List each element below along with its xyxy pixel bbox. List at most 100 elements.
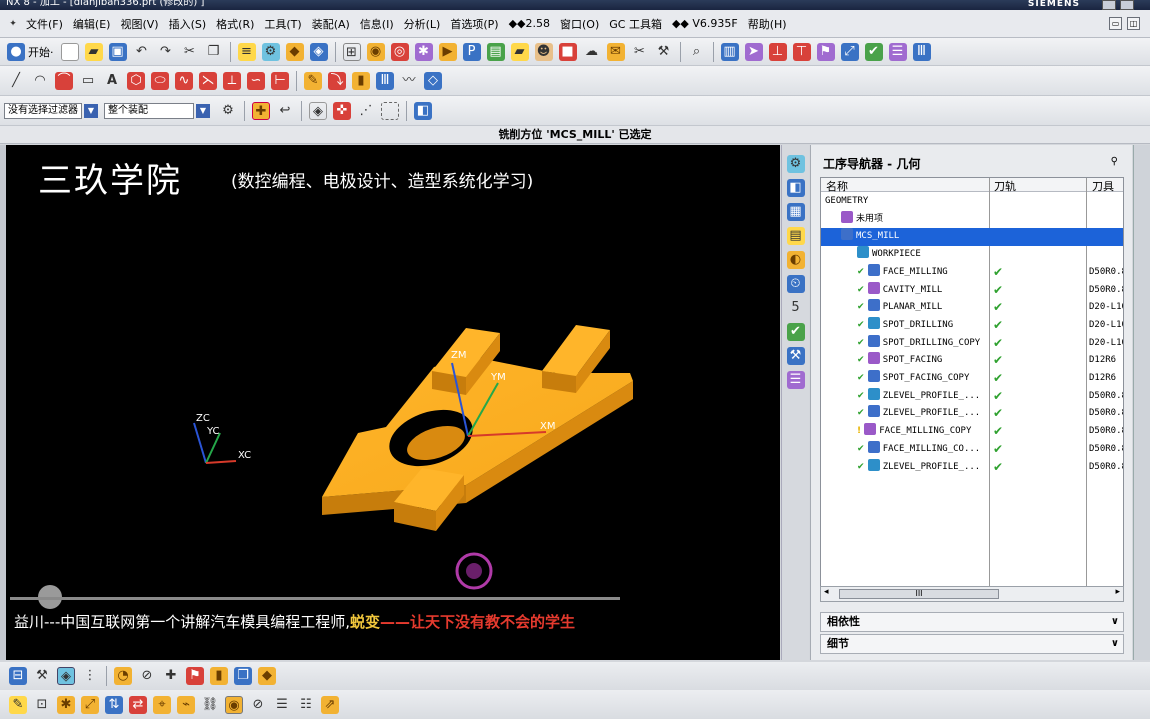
table-row[interactable]: ✔ ZLEVEL_PROFILE_... ✔ D50R0.8 xyxy=(821,387,1123,406)
surface-icon[interactable]: ◇ xyxy=(424,71,442,90)
operation-nav-icon[interactable]: ✔ xyxy=(786,323,805,341)
layer-icon[interactable]: ≡ xyxy=(237,42,256,61)
trim-curve-icon[interactable]: ⟂ xyxy=(223,71,241,90)
menu-gc-toolbox[interactable]: GC 工具箱 xyxy=(604,16,667,32)
dependencies-panel[interactable]: 相依性 ∨ xyxy=(820,612,1124,632)
arc-icon[interactable]: ◠ xyxy=(31,72,49,90)
replay-icon[interactable]: ✱ xyxy=(414,42,433,61)
project-curve-icon[interactable]: ⤵ xyxy=(328,71,346,90)
extrude-icon[interactable]: ▮ xyxy=(352,71,370,90)
folder-icon[interactable]: ▰ xyxy=(510,42,529,61)
table-row[interactable]: ✔ ZLEVEL_PROFILE_... ✔ D50R0.8 xyxy=(821,405,1123,423)
clip-icon[interactable]: ⊘ xyxy=(138,667,156,685)
cut-icon[interactable]: ✂ xyxy=(181,43,199,61)
table-row[interactable]: ✔ SPOT_DRILLING_COPY ✔ D20-L10 xyxy=(821,334,1123,353)
pointer-icon[interactable]: ➤ xyxy=(744,42,763,61)
assembly-filter-dropdown-icon[interactable]: ▼ xyxy=(196,103,210,118)
generate-path-icon[interactable]: ◎ xyxy=(390,42,409,61)
part-nav-icon[interactable]: ◧ xyxy=(786,179,805,197)
menu-plugin-a[interactable]: ◆◆2.58 xyxy=(504,17,555,30)
tool-create-icon[interactable]: ⚙ xyxy=(261,42,280,61)
spline-icon[interactable]: ∿ xyxy=(175,71,193,90)
link-icon[interactable]: ⛓ xyxy=(201,696,219,714)
col-path-header[interactable]: 刀轨 xyxy=(994,178,1016,194)
attach-icon[interactable]: ⊘ xyxy=(249,696,267,714)
assembly-nav-icon[interactable]: ⚙ xyxy=(786,155,805,173)
menu-window[interactable]: 窗口(O) xyxy=(555,16,604,32)
chart-icon[interactable]: ▥ xyxy=(720,42,739,61)
maximize-button[interactable] xyxy=(1120,0,1134,10)
object-add-icon[interactable]: ✱ xyxy=(57,695,75,714)
nx-app-icon[interactable]: ✦ xyxy=(7,18,19,30)
table-row[interactable]: ✔ CAVITY_MILL ✔ D50R0.8 xyxy=(821,281,1123,300)
text-icon[interactable]: A xyxy=(103,72,121,90)
transform-object-icon[interactable]: ⤢ xyxy=(81,695,99,714)
table-row[interactable]: ✔ FACE_MILLING_CO... ✔ D50R0.8 xyxy=(821,440,1123,459)
swap-icon[interactable]: ⇄ xyxy=(129,695,147,714)
method-view-icon[interactable]: ⋮ xyxy=(81,667,99,685)
flag-icon[interactable]: ⚑ xyxy=(186,667,204,685)
point-snap-icon[interactable]: ✜ xyxy=(333,101,351,120)
edit-object-icon[interactable]: ✎ xyxy=(9,695,27,714)
table-row[interactable]: WORKPIECE xyxy=(821,246,1123,264)
stock-icon[interactable]: ▮ xyxy=(210,667,228,685)
new-file-icon[interactable] xyxy=(60,42,79,61)
menu-help[interactable]: 帮助(H) xyxy=(743,16,792,32)
restore-doc-button[interactable]: ▭ xyxy=(1109,17,1122,30)
menu-file[interactable]: 文件(F) xyxy=(21,16,68,32)
table-row[interactable]: GEOMETRY xyxy=(821,193,1123,211)
feed-icon[interactable]: ⌖ xyxy=(153,695,171,714)
add-icon[interactable]: ✚ xyxy=(162,667,180,685)
method-create-icon[interactable]: ◈ xyxy=(309,42,328,61)
list-icon[interactable]: ☰ xyxy=(888,42,907,61)
bars-icon[interactable]: Ⅲ xyxy=(912,42,931,61)
undo-icon[interactable]: ↶ xyxy=(133,43,151,61)
web-browser-icon[interactable]: ◐ xyxy=(786,251,805,269)
operation-create-icon[interactable]: ◉ xyxy=(366,42,385,61)
machine-view-icon[interactable]: ⚒ xyxy=(33,667,51,685)
menu-insert[interactable]: 插入(S) xyxy=(164,16,212,32)
table-row[interactable]: ✔ FACE_MILLING ✔ D50R0.8 xyxy=(821,263,1123,282)
redo-icon[interactable]: ↷ xyxy=(157,43,175,61)
sort-icon[interactable]: ⇅ xyxy=(105,695,123,714)
menu-edit[interactable]: 编辑(E) xyxy=(68,16,116,32)
sketch-icon[interactable]: ✎ xyxy=(304,71,322,90)
table-row[interactable]: ✔ PLANAR_MILL ✔ D20-L10 xyxy=(821,299,1123,317)
deselect-icon[interactable]: ↩ xyxy=(276,102,294,120)
scroll-left-icon[interactable]: ◂ xyxy=(824,587,829,597)
wrench-icon[interactable]: ⚒ xyxy=(655,43,673,61)
shop-doc-icon[interactable]: ▤ xyxy=(486,42,505,61)
graphics-window[interactable]: ZM YM XM ZC YC XC 三玖学院 (数控编程、电极设计、造型系统化学… xyxy=(6,145,780,660)
minimize-button[interactable] xyxy=(1102,0,1116,10)
menu-tools[interactable]: 工具(T) xyxy=(259,16,306,32)
geometry-create-icon[interactable]: ◆ xyxy=(285,42,304,61)
grid-icon[interactable]: ⊞ xyxy=(342,42,361,61)
view-cube-icon[interactable]: ◧ xyxy=(414,101,432,120)
envelope-icon[interactable]: ✉ xyxy=(606,42,625,61)
extend-curve-icon[interactable]: ∽ xyxy=(247,71,265,90)
hd3d-icon[interactable]: ▤ xyxy=(786,227,805,245)
revolve-icon[interactable]: Ⅲ xyxy=(376,71,394,90)
bridge-curve-icon[interactable]: ⊢ xyxy=(271,71,289,90)
table-row[interactable]: ! FACE_MILLING_COPY ✔ D50R0.8 xyxy=(821,423,1123,441)
open-folder-icon[interactable]: ▰ xyxy=(84,42,103,61)
bear-icon[interactable]: ☻ xyxy=(534,42,553,61)
pin-icon[interactable]: ⊥ xyxy=(768,42,787,61)
fastener-icon[interactable]: ◆ xyxy=(258,667,276,685)
selection-mode-icon[interactable]: ◈ xyxy=(309,101,327,120)
table-row[interactable]: 未用项 xyxy=(821,210,1123,229)
col-name-header[interactable]: 名称 xyxy=(826,178,848,194)
table-row[interactable]: ✔ ZLEVEL_PROFILE_... ✔ D50R0.8 xyxy=(821,458,1123,477)
display-icon[interactable]: ◉ xyxy=(225,695,243,714)
type-filter-select[interactable]: 没有选择过滤器 xyxy=(4,102,82,119)
curve-rule-icon[interactable]: ⋰ xyxy=(357,102,375,120)
details-panel[interactable]: 细节 ∨ xyxy=(820,634,1124,654)
fillet-icon[interactable]: ⌒ xyxy=(55,71,73,90)
assembly-filter-select[interactable]: 整个装配 xyxy=(104,102,194,119)
paint-icon[interactable]: ◔ xyxy=(114,667,132,685)
menu-view[interactable]: 视图(V) xyxy=(115,16,163,32)
chevron-down-icon[interactable]: ∨ xyxy=(1111,613,1119,631)
cloud-icon[interactable]: ☁ xyxy=(583,43,601,61)
start-button[interactable]: ● 开始· xyxy=(4,42,54,61)
chevron-down-icon[interactable]: ∨ xyxy=(1111,635,1119,653)
